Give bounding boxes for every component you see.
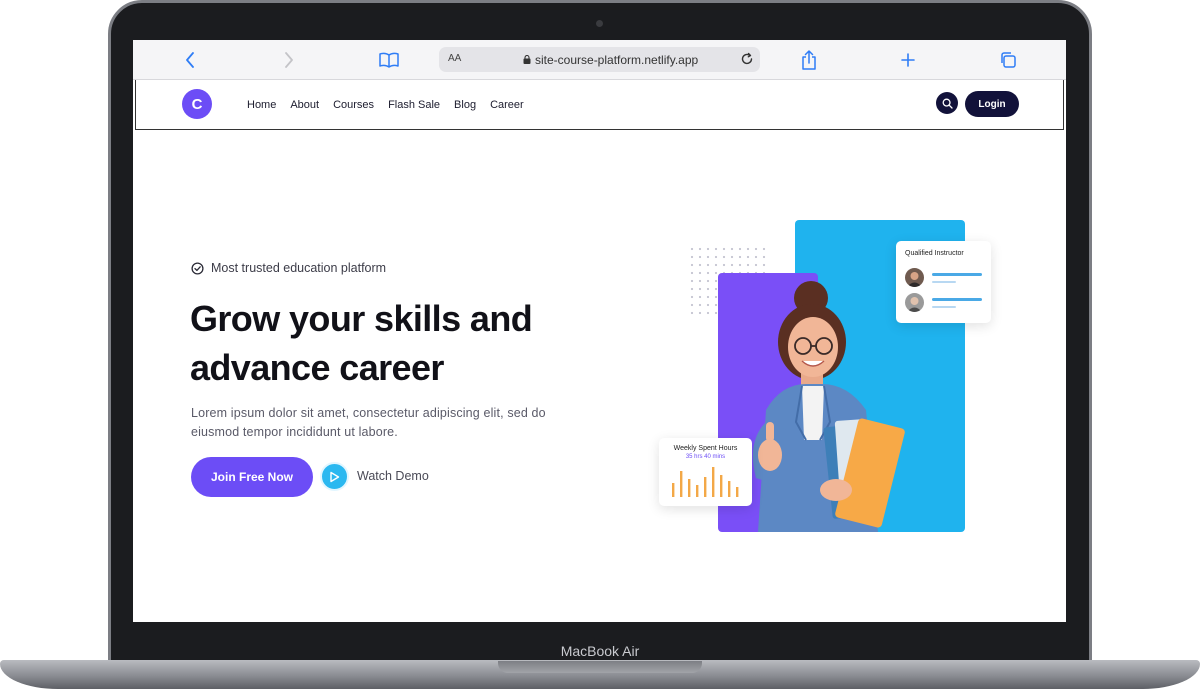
hero-description: Lorem ipsum dolor sit amet, consectetur … [191,404,591,442]
hero-headline: Grow your skills and advance career [190,294,590,392]
main-menu: Home About Courses Flash Sale Blog Caree… [247,99,538,111]
menu-item-about[interactable]: About [290,99,319,111]
trust-badge: Most trusted education platform [191,261,386,275]
book-icon [379,52,399,68]
browser-toolbar: AA site-course-platform.netlify.app [133,40,1066,80]
login-button[interactable]: Login [965,91,1019,117]
instructor-name-bar [932,273,982,276]
plus-icon [901,53,915,67]
tabs-overview-button[interactable] [996,48,1020,72]
hero-description-line2: eiusmod tempor incididunt ut labore. [191,425,398,439]
trust-badge-text: Most trusted education platform [211,261,387,275]
camera-dot [596,20,603,27]
instructor-name-bar [932,298,982,301]
tabs-icon [1001,52,1016,68]
share-icon [802,50,816,70]
browser-screen: AA site-course-platform.netlify.app C Ho… [133,40,1066,622]
lock-icon [523,55,531,64]
search-button[interactable] [936,92,958,114]
forward-button[interactable] [277,48,301,72]
laptop-brand-label: MacBook Air [560,643,640,659]
url-text: site-course-platform.netlify.app [535,53,699,67]
reload-icon[interactable] [739,51,755,67]
check-circle-icon [191,261,204,275]
play-icon [330,471,340,482]
watch-demo-play-button[interactable] [320,462,349,491]
laptop-mockup: MacBook Air AA site-course-platform.netl… [0,0,1200,689]
instructor-subtitle-bar [932,306,956,308]
watch-demo-link[interactable]: Watch Demo [357,469,429,483]
hero-description-line1: Lorem ipsum dolor sit amet, consectetur … [191,406,546,420]
new-tab-button[interactable] [896,48,920,72]
menu-item-flash-sale[interactable]: Flash Sale [388,99,440,111]
bookmarks-button[interactable] [377,48,401,72]
share-button[interactable] [797,48,821,72]
join-free-button[interactable]: Join Free Now [191,457,313,497]
site-logo[interactable]: C [182,89,212,119]
laptop-notch [498,661,702,673]
instructor-card-title: Qualified Instructor [905,250,964,257]
weekly-hours-card: Weekly Spent Hours 35 hrs 40 mins [659,438,752,506]
instructor-row [905,268,985,288]
avatar [905,293,924,312]
menu-item-career[interactable]: Career [490,99,524,111]
menu-item-courses[interactable]: Courses [333,99,374,111]
weekly-hours-title: Weekly Spent Hours [673,445,738,452]
hero-headline-line1: Grow your skills and [190,298,533,339]
instructor-card: Qualified Instructor [896,241,991,323]
hero-headline-line2: advance career [190,347,444,388]
chevron-left-icon [186,52,194,68]
text-size-button[interactable]: AA [448,53,461,64]
menu-item-home[interactable]: Home [247,99,276,111]
weekly-hours-bars [672,467,739,497]
menu-item-blog[interactable]: Blog [454,99,476,111]
site-navbar: C Home About Courses Flash Sale Blog Car… [135,80,1064,130]
back-button[interactable] [178,48,202,72]
chevron-right-icon [285,52,293,68]
avatar [905,268,924,287]
weekly-hours-value: 35 hrs 40 mins [685,454,726,460]
instructor-row [905,293,985,313]
address-bar[interactable]: AA site-course-platform.netlify.app [439,47,760,72]
instructor-subtitle-bar [932,281,956,283]
search-icon [942,98,953,109]
